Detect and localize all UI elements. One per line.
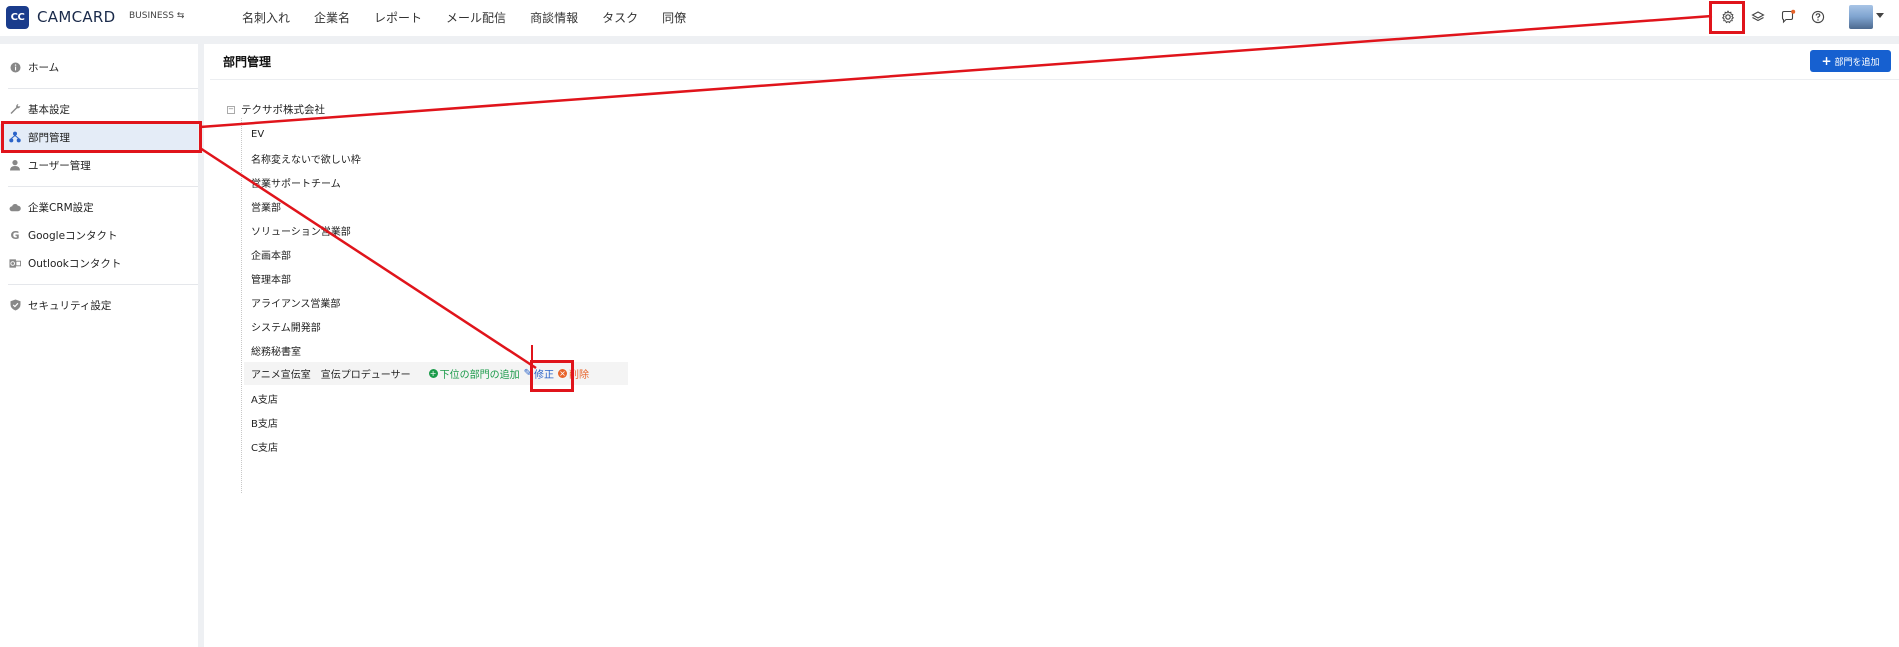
annotation-arrows [199,14,1713,370]
